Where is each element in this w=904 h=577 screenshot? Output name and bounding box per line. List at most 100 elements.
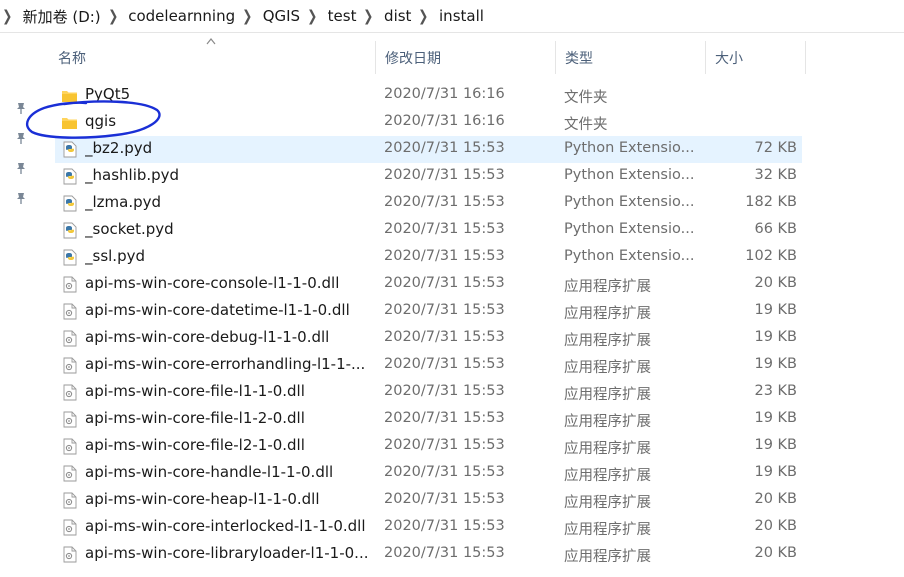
file-row[interactable]: api-ms-win-core-file-l1-2-0.dll 2020/7/31… [55,406,802,433]
file-name[interactable]: api-ms-win-core-datetime-l1-1-0.dll [85,301,375,319]
chevron-right-icon[interactable]: ❯ [419,7,429,25]
file-name[interactable]: PyQt5 [85,85,375,103]
file-name[interactable]: api-ms-win-core-debug-l1-1-0.dll [85,328,375,346]
chevron-right-icon[interactable]: ❯ [307,7,317,25]
file-name[interactable]: api-ms-win-core-console-l1-1-0.dll [85,274,375,292]
folder-icon [61,114,78,131]
column-header-type[interactable]: 类型 [556,41,706,74]
file-row[interactable]: _bz2.pyd 2020/7/31 15:53 Python Extensio..… [55,136,802,163]
file-modified-date: 2020/7/31 15:53 [384,410,505,426]
file-type: 应用程序扩展 [564,495,651,511]
column-header-size-label: 大小 [715,50,743,67]
file-type: 应用程序扩展 [564,387,651,403]
file-size: 19 KB [754,437,797,453]
file-size: 182 KB [745,194,797,210]
file-row[interactable]: api-ms-win-core-errorhandling-l1-1-... 20… [55,352,802,379]
file-modified-date: 2020/7/31 15:53 [384,464,505,480]
file-row[interactable]: api-ms-win-core-file-l1-1-0.dll 2020/7/31… [55,379,802,406]
pin-icon[interactable] [13,190,29,206]
file-modified-date: 2020/7/31 15:53 [384,302,505,318]
file-name[interactable]: api-ms-win-core-libraryloader-l1-1-0... [85,544,375,562]
file-type: 文件夹 [564,90,608,106]
file-modified-date: 2020/7/31 15:53 [384,545,505,561]
file-modified-date: 2020/7/31 15:53 [384,437,505,453]
dll-file-icon [61,384,78,401]
breadcrumb-item-drive[interactable]: 新加卷 (D:) [23,6,101,27]
dll-file-icon [61,276,78,293]
file-size: 20 KB [754,545,797,561]
file-row[interactable]: PyQt5 2020/7/31 16:16 文件夹 [55,82,802,109]
file-modified-date: 2020/7/31 15:53 [384,167,505,183]
file-row[interactable]: api-ms-win-core-handle-l1-1-0.dll 2020/7/… [55,460,802,487]
file-name[interactable]: api-ms-win-core-file-l2-1-0.dll [85,436,375,454]
dll-file-icon [61,519,78,536]
dll-file-icon [61,546,78,563]
file-name[interactable]: api-ms-win-core-file-l1-2-0.dll [85,409,375,427]
file-size: 72 KB [754,140,797,156]
file-type: 应用程序扩展 [564,549,651,565]
file-name[interactable]: _socket.pyd [85,220,375,238]
file-type: 应用程序扩展 [564,522,651,538]
file-row[interactable]: api-ms-win-core-datetime-l1-1-0.dll 2020/… [55,298,802,325]
file-row[interactable]: api-ms-win-core-console-l1-1-0.dll 2020/7… [55,271,802,298]
file-row[interactable]: api-ms-win-core-interlocked-l1-1-0.dll 20… [55,514,802,541]
column-header-size[interactable]: 大小 [706,41,806,74]
breadcrumb-item-qgis[interactable]: QGIS [263,7,300,25]
file-size: 19 KB [754,329,797,345]
file-name[interactable]: api-ms-win-core-handle-l1-1-0.dll [85,463,375,481]
file-row[interactable]: api-ms-win-core-debug-l1-1-0.dll 2020/7/3… [55,325,802,352]
pin-icon[interactable] [13,160,29,176]
column-header-type-label: 类型 [565,50,593,67]
file-name[interactable]: _bz2.pyd [85,139,375,157]
breadcrumb-item-codelearnning[interactable]: codelearnning [128,7,235,25]
file-name[interactable]: _ssl.pyd [85,247,375,265]
file-name[interactable]: api-ms-win-core-errorhandling-l1-1-... [85,355,375,373]
file-type: 应用程序扩展 [564,414,651,430]
file-modified-date: 2020/7/31 15:53 [384,194,505,210]
dll-file-icon [61,411,78,428]
file-row[interactable]: qgis 2020/7/31 16:16 文件夹 [55,109,802,136]
file-row[interactable]: api-ms-win-core-file-l2-1-0.dll 2020/7/31… [55,433,802,460]
file-name[interactable]: api-ms-win-core-file-l1-1-0.dll [85,382,375,400]
file-type: 应用程序扩展 [564,360,651,376]
file-row[interactable]: _socket.pyd 2020/7/31 15:53 Python Extensi… [55,217,802,244]
file-size: 23 KB [754,383,797,399]
file-row[interactable]: api-ms-win-core-heap-l1-1-0.dll 2020/7/31… [55,487,802,514]
file-type: 应用程序扩展 [564,279,651,295]
file-row[interactable]: _lzma.pyd 2020/7/31 15:53 Python Extensio.… [55,190,802,217]
file-type: Python Extensio... [564,221,695,237]
file-name[interactable]: _hashlib.pyd [85,166,375,184]
file-size: 19 KB [754,464,797,480]
file-modified-date: 2020/7/31 15:53 [384,248,505,264]
column-header-name[interactable]: 名称 [49,38,376,74]
file-row[interactable]: api-ms-win-core-libraryloader-l1-1-0... 2… [55,541,802,568]
file-size: 19 KB [754,356,797,372]
file-row[interactable]: _hashlib.pyd 2020/7/31 15:53 Python Extens… [55,163,802,190]
file-type: 文件夹 [564,117,608,133]
chevron-right-icon[interactable]: ❯ [108,7,118,25]
column-header-row: 名称 修改日期 类型 大小 [49,38,806,74]
file-size: 20 KB [754,518,797,534]
chevron-right-icon[interactable]: ❯ [242,7,252,25]
chevron-right-icon[interactable]: ❯ [364,7,374,25]
folder-icon [61,87,78,104]
file-name[interactable]: api-ms-win-core-interlocked-l1-1-0.dll [85,517,375,535]
pin-icon[interactable] [13,100,29,116]
file-name[interactable]: api-ms-win-core-heap-l1-1-0.dll [85,490,375,508]
breadcrumb-item-install[interactable]: install [439,7,484,25]
breadcrumb: ❯ 新加卷 (D:) ❯ codelearnning ❯ QGIS ❯ test… [0,0,904,33]
file-name[interactable]: qgis [85,112,375,130]
chevron-right-icon[interactable]: ❯ [2,7,12,25]
breadcrumb-item-dist[interactable]: dist [384,7,411,25]
breadcrumb-item-test[interactable]: test [328,7,357,25]
file-name[interactable]: _lzma.pyd [85,193,375,211]
python-file-icon [61,141,78,158]
pin-icon[interactable] [13,130,29,146]
file-type: Python Extensio... [564,248,695,264]
column-header-date[interactable]: 修改日期 [376,41,556,74]
file-type: Python Extensio... [564,140,695,156]
sort-ascending-icon [206,38,216,45]
file-size: 32 KB [754,167,797,183]
file-modified-date: 2020/7/31 15:53 [384,329,505,345]
file-row[interactable]: _ssl.pyd 2020/7/31 15:53 Python Extensio..… [55,244,802,271]
